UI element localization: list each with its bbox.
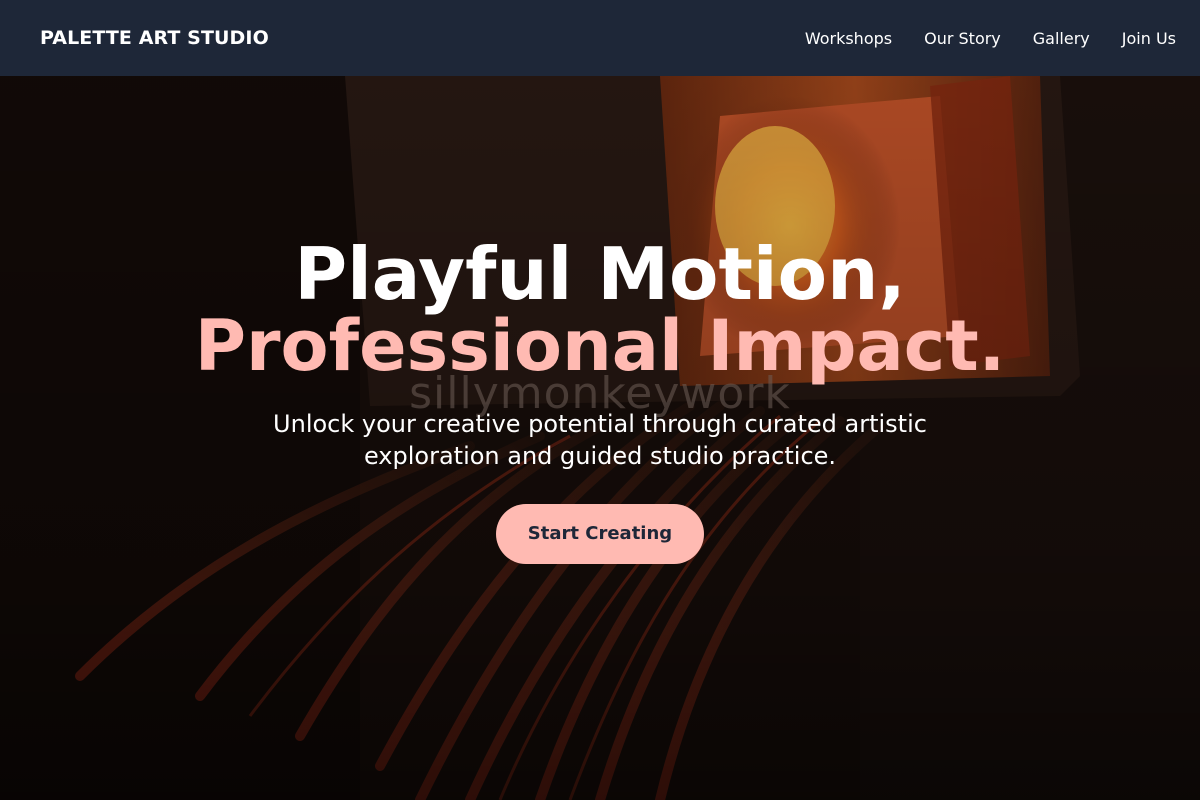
start-creating-button[interactable]: Start Creating	[495, 504, 705, 564]
nav-links: Workshops Our Story Gallery Join Us	[805, 29, 1176, 48]
nav-link-gallery[interactable]: Gallery	[1033, 29, 1090, 48]
hero-section: sillymonkeywork Playful Motion, Professi…	[0, 76, 1200, 800]
hero-content: Playful Motion, Professional Impact. Unl…	[0, 238, 1200, 564]
hero-subtitle: Unlock your creative potential through c…	[273, 410, 927, 470]
brand-logo-text[interactable]: PALETTE ART STUDIO	[40, 27, 269, 49]
hero-headline-line-1: Playful Motion,	[294, 232, 906, 316]
nav-link-join-us[interactable]: Join Us	[1122, 29, 1176, 48]
hero-headline-line-2: Professional Impact.	[194, 305, 1006, 387]
nav-link-our-story[interactable]: Our Story	[924, 29, 1001, 48]
top-navbar: PALETTE ART STUDIO Workshops Our Story G…	[0, 0, 1200, 76]
nav-link-workshops[interactable]: Workshops	[805, 29, 892, 48]
